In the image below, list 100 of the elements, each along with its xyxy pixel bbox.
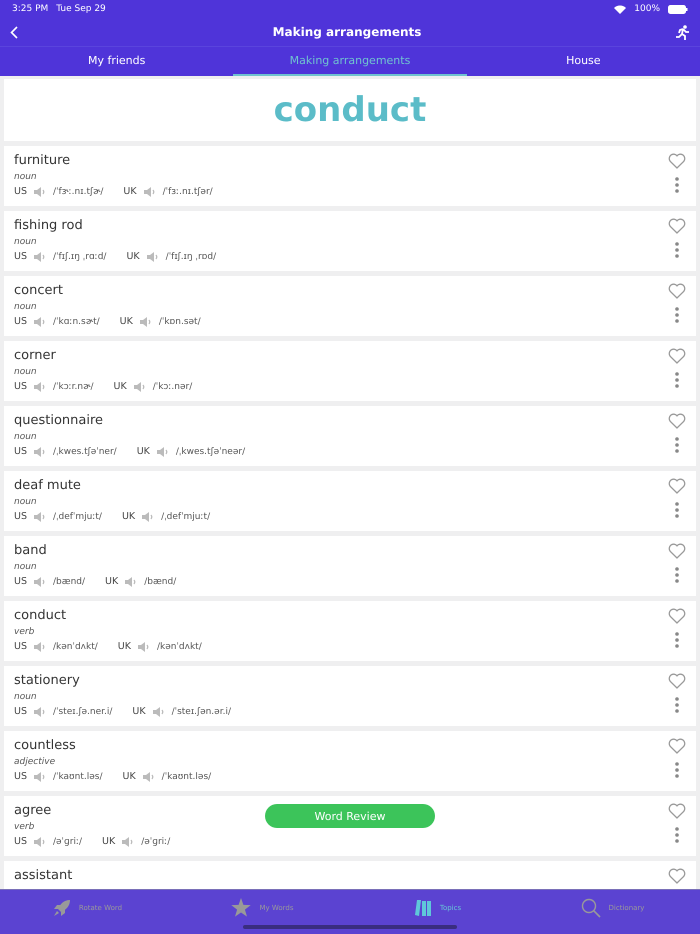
more-icon[interactable] bbox=[675, 307, 679, 323]
speaker-icon[interactable] bbox=[32, 771, 47, 783]
speaker-icon[interactable] bbox=[124, 576, 138, 588]
topic-tab[interactable]: Making arrangements bbox=[233, 47, 467, 76]
word-card[interactable]: stationery noun US /ˈsteɪ.ʃə.ner.i/ UK /ˈsteɪ.ʃən.ər.i/ bbox=[4, 666, 696, 726]
speaker-icon[interactable] bbox=[32, 641, 47, 653]
books-icon bbox=[414, 898, 432, 916]
heart-icon[interactable] bbox=[668, 413, 686, 429]
speaker-icon[interactable] bbox=[32, 511, 47, 523]
accent-label: US bbox=[14, 250, 27, 264]
part-of-speech: noun bbox=[14, 496, 38, 509]
word-card[interactable]: deaf mute noun US /ˌdefˈmjuːt/ UK /ˌdefˈmjuːt/ bbox=[4, 471, 696, 531]
heart-icon[interactable] bbox=[668, 738, 686, 754]
more-icon[interactable] bbox=[675, 437, 679, 453]
heart-icon[interactable] bbox=[668, 803, 686, 819]
speaker-icon[interactable] bbox=[156, 446, 170, 458]
part-of-speech: noun bbox=[14, 236, 38, 249]
more-icon[interactable] bbox=[675, 502, 679, 518]
speaker-icon[interactable] bbox=[142, 771, 156, 783]
more-icon[interactable] bbox=[675, 242, 679, 258]
phonetic-text: /ˈkɔːr.nɚ/ bbox=[52, 381, 94, 394]
word-card[interactable]: band noun US /bænd/ UK /bænd/ bbox=[4, 536, 696, 596]
speaker-icon[interactable] bbox=[146, 251, 160, 263]
heart-icon[interactable] bbox=[668, 868, 686, 884]
phonetic-text: /kənˈdʌkt/ bbox=[156, 641, 202, 654]
accent-label: US bbox=[14, 770, 27, 784]
headword: conduct bbox=[274, 90, 426, 130]
phonetic-text: /ˈkɑːn.sɚt/ bbox=[52, 316, 100, 329]
word-card[interactable]: fishing rod noun US /ˈfɪʃ.ɪŋ ˌrɑːd/ UK /ˈfɪʃ.ɪŋ ˌrɒd/ bbox=[4, 211, 696, 271]
word-card[interactable]: questionnaire noun US /ˌkwes.tʃəˈner/ UK /ˌkwes.tʃəˈneər/ bbox=[4, 406, 696, 466]
part-of-speech: noun bbox=[14, 366, 38, 379]
more-icon[interactable] bbox=[675, 827, 679, 843]
heart-icon[interactable] bbox=[668, 478, 686, 494]
word-title: assistant bbox=[14, 867, 72, 885]
speaker-icon[interactable] bbox=[132, 381, 147, 393]
part-of-speech: noun bbox=[14, 301, 38, 314]
speaker-icon[interactable] bbox=[32, 316, 47, 328]
accent-label: UK bbox=[102, 835, 116, 849]
more-icon[interactable] bbox=[675, 567, 679, 583]
phonetic-text: /bænd/ bbox=[144, 576, 176, 589]
more-icon[interactable] bbox=[675, 762, 679, 778]
word-card[interactable]: furniture noun US /ˈfɝː.nɪ.tʃɚ/ UK /ˈfɜː.nɪ.tʃər/ bbox=[4, 146, 696, 206]
speaker-icon[interactable] bbox=[32, 251, 47, 263]
phonetic-text: /kənˈdʌkt/ bbox=[52, 641, 98, 654]
status-date: Tue Sep 29 bbox=[56, 4, 106, 14]
accent-label: US bbox=[14, 575, 27, 589]
speaker-icon[interactable] bbox=[32, 706, 47, 718]
accent-label: US bbox=[14, 640, 27, 654]
speaker-icon[interactable] bbox=[32, 576, 47, 588]
phonetic-text: /ˌkwes.tʃəˈner/ bbox=[52, 446, 117, 459]
phonetic-text: /ˈfɝː.nɪ.tʃɚ/ bbox=[52, 186, 104, 199]
word-card[interactable]: countless adjective US /ˈkaʊnt.ləs/ UK /ˈkaʊnt.ləs/ bbox=[4, 731, 696, 791]
phonetic-text: /ˈsteɪ.ʃən.ər.i/ bbox=[172, 706, 231, 719]
heart-icon[interactable] bbox=[668, 543, 686, 559]
running-person-icon[interactable] bbox=[676, 24, 690, 40]
heart-icon[interactable] bbox=[668, 673, 686, 689]
speaker-icon[interactable] bbox=[32, 186, 47, 198]
battery-icon bbox=[668, 4, 688, 14]
topic-tab[interactable]: House bbox=[466, 47, 700, 76]
topic-tab[interactable]: My friends bbox=[0, 47, 234, 76]
phonetic-text: /ˌdefˈmjuːt/ bbox=[52, 511, 102, 524]
heart-icon[interactable] bbox=[668, 608, 686, 624]
accent-label: US bbox=[14, 835, 27, 849]
accent-label: US bbox=[14, 185, 27, 199]
more-icon[interactable] bbox=[675, 372, 679, 388]
speaker-icon[interactable] bbox=[138, 316, 153, 328]
speaker-icon[interactable] bbox=[32, 446, 47, 458]
part-of-speech: noun bbox=[14, 431, 38, 444]
phonetic-text: /ˌdefˈmjuːt/ bbox=[161, 511, 210, 524]
phonetic-text: /ˈkaʊnt.ləs/ bbox=[52, 771, 102, 784]
speaker-icon[interactable] bbox=[142, 186, 157, 198]
heart-icon[interactable] bbox=[668, 348, 686, 364]
speaker-icon[interactable] bbox=[121, 836, 136, 848]
accent-label: UK bbox=[105, 575, 118, 589]
speaker-icon[interactable] bbox=[152, 706, 166, 718]
heart-icon[interactable] bbox=[668, 218, 686, 234]
phonetic-text: /ˈfɜː.nɪ.tʃər/ bbox=[162, 186, 213, 199]
word-card[interactable]: corner noun US /ˈkɔːr.nɚ/ UK /ˈkɔː.nər/ bbox=[4, 341, 696, 401]
phonetic-text: /əˈɡriː/ bbox=[141, 836, 170, 849]
word-title: deaf mute bbox=[14, 477, 82, 495]
part-of-speech: verb bbox=[14, 626, 36, 639]
speaker-icon[interactable] bbox=[32, 381, 47, 393]
speaker-icon[interactable] bbox=[32, 836, 47, 848]
more-icon[interactable] bbox=[675, 177, 679, 193]
heart-icon[interactable] bbox=[668, 153, 686, 169]
speaker-icon[interactable] bbox=[141, 511, 156, 523]
phonetic-text: /ˈkaʊnt.ləs/ bbox=[162, 771, 212, 784]
heart-icon[interactable] bbox=[668, 283, 686, 299]
word-card[interactable]: assistant bbox=[4, 861, 696, 889]
part-of-speech: verb bbox=[14, 821, 36, 834]
word-title: band bbox=[14, 542, 48, 560]
word-card[interactable]: conduct verb US /kənˈdʌkt/ UK /kənˈdʌkt/ bbox=[4, 601, 696, 661]
phonetic-text: /ˌkwes.tʃəˈneər/ bbox=[176, 446, 246, 459]
speaker-icon[interactable] bbox=[136, 641, 151, 653]
more-icon[interactable] bbox=[675, 697, 679, 713]
accent-label: UK bbox=[122, 510, 136, 524]
more-icon[interactable] bbox=[675, 632, 679, 648]
back-icon[interactable] bbox=[10, 26, 18, 38]
accent-label: UK bbox=[122, 770, 136, 784]
word-card[interactable]: concert noun US /ˈkɑːn.sɚt/ UK /ˈkɒn.sət/ bbox=[4, 276, 696, 336]
